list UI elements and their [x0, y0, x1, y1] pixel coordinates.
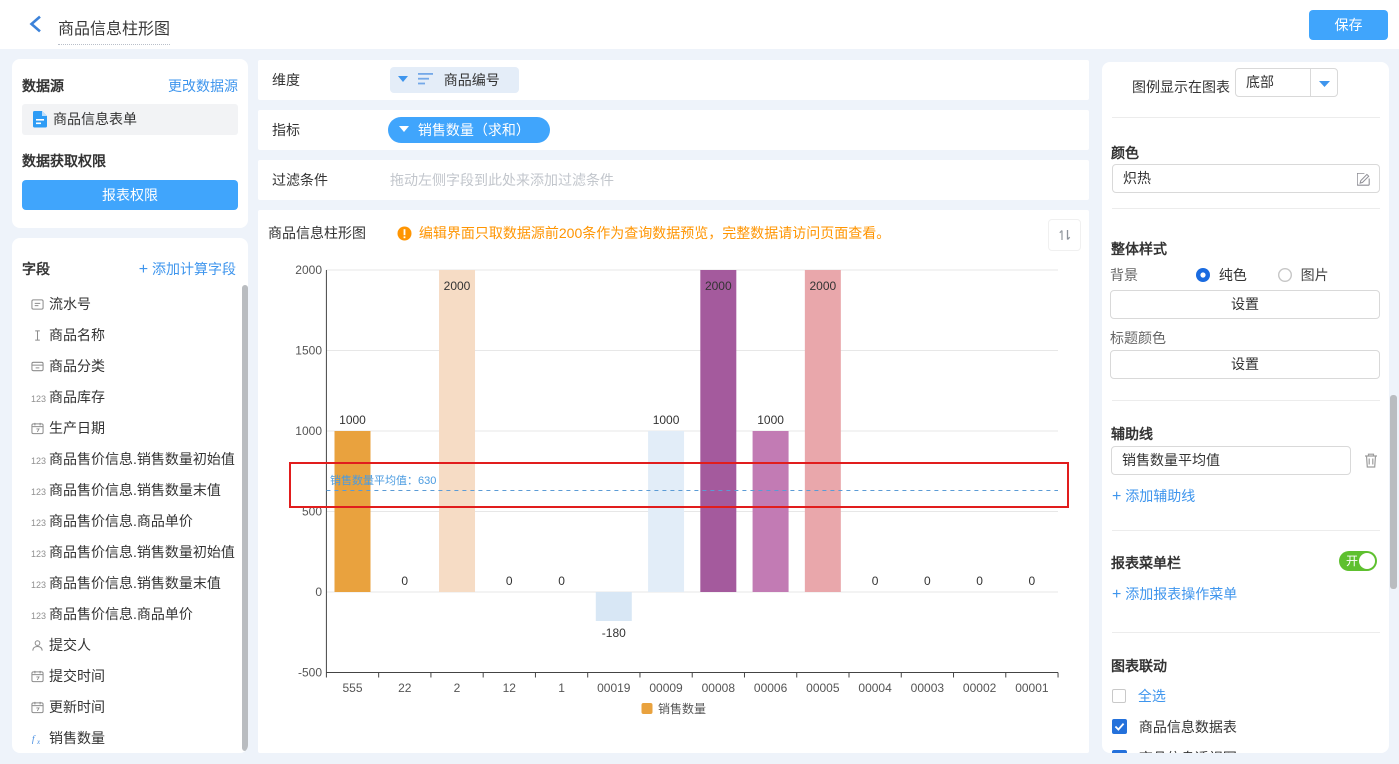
- svg-text:2000: 2000: [705, 279, 732, 293]
- svg-text:0: 0: [558, 574, 565, 588]
- svg-text:2000: 2000: [295, 263, 322, 277]
- svg-text:1000: 1000: [757, 413, 784, 427]
- svg-text:f: f: [32, 734, 36, 745]
- svg-text:1000: 1000: [653, 413, 680, 427]
- svg-text:-180: -180: [602, 626, 626, 640]
- svg-text:00019: 00019: [597, 681, 631, 695]
- svg-text:-500: -500: [298, 666, 322, 680]
- svg-text:0: 0: [924, 574, 931, 588]
- svg-text:00006: 00006: [754, 681, 788, 695]
- svg-text:x: x: [36, 738, 41, 745]
- svg-text:销售数量平均值：630: 销售数量平均值：630: [330, 473, 436, 487]
- svg-text:00004: 00004: [858, 681, 892, 695]
- svg-text:12: 12: [503, 681, 517, 695]
- svg-text:00002: 00002: [963, 681, 997, 695]
- svg-text:0: 0: [506, 574, 513, 588]
- svg-text:00003: 00003: [911, 681, 945, 695]
- svg-text:1000: 1000: [295, 424, 322, 438]
- svg-text:0: 0: [872, 574, 879, 588]
- svg-text:0: 0: [1029, 574, 1036, 588]
- svg-text:2000: 2000: [809, 279, 836, 293]
- svg-text:555: 555: [342, 681, 362, 695]
- svg-text:2000: 2000: [444, 279, 471, 293]
- svg-text:22: 22: [398, 681, 412, 695]
- svg-text:00008: 00008: [702, 681, 736, 695]
- svg-text:1000: 1000: [339, 413, 366, 427]
- svg-text:销售数量: 销售数量: [658, 701, 706, 716]
- svg-text:1: 1: [558, 681, 565, 695]
- svg-text:1500: 1500: [295, 344, 322, 358]
- svg-text:0: 0: [976, 574, 983, 588]
- svg-text:0: 0: [401, 574, 408, 588]
- svg-text:00005: 00005: [806, 681, 840, 695]
- svg-text:0: 0: [315, 585, 322, 599]
- svg-text:2: 2: [454, 681, 461, 695]
- svg-text:00001: 00001: [1015, 681, 1049, 695]
- svg-text:00009: 00009: [649, 681, 683, 695]
